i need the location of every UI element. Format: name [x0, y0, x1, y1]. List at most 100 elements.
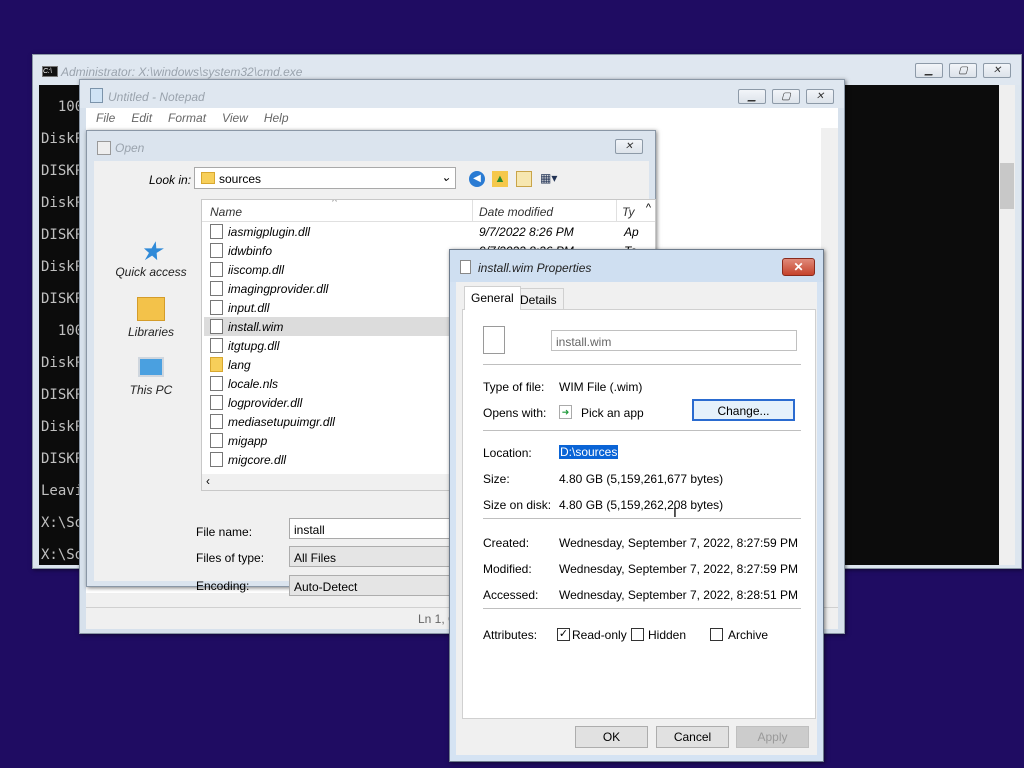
close-button[interactable]: ✕ — [782, 258, 815, 276]
open-icon — [97, 141, 111, 155]
file-name-field[interactable]: install.wim — [551, 330, 797, 351]
cmd-line: DiskP — [41, 131, 84, 147]
chevron-left-icon[interactable]: ‹ — [206, 474, 210, 488]
file-icon — [210, 376, 223, 391]
cmd-line: DISKP — [41, 387, 84, 403]
divider — [483, 608, 801, 609]
open-titlebar[interactable]: Open ✕ — [87, 131, 655, 161]
close-button[interactable]: ✕ — [615, 139, 643, 154]
scroll-thumb[interactable] — [1000, 163, 1014, 209]
maximize-button[interactable]: ▢ — [949, 63, 977, 78]
menu-file[interactable]: File — [96, 111, 115, 125]
place-this-pc[interactable]: This PC — [101, 357, 201, 397]
file-type-label: Files of type: — [196, 551, 265, 565]
cmd-line: DiskP — [41, 355, 84, 371]
look-in-value: sources — [219, 172, 262, 186]
minimize-button[interactable]: ▁ — [738, 89, 766, 104]
dll-file-icon — [210, 262, 223, 277]
menu-edit[interactable]: Edit — [131, 111, 152, 125]
view-menu-icon[interactable]: ▦▾ — [540, 171, 564, 187]
menu-view[interactable]: View — [222, 111, 248, 125]
cmd-line: X:\So — [41, 515, 84, 531]
menu-help[interactable]: Help — [264, 111, 289, 125]
column-type[interactable]: Ty — [622, 205, 634, 219]
new-folder-icon[interactable] — [516, 171, 532, 187]
size-on-disk-label: Size on disk: — [483, 498, 552, 512]
location-label: Location: — [483, 446, 532, 460]
cmd-line: DiskP — [41, 419, 84, 435]
notepad-titlebar[interactable]: Untitled - Notepad ▁ ▢ ✕ — [80, 80, 844, 108]
chevron-up-icon[interactable]: ^ — [646, 202, 651, 214]
cmd-line: DiskP — [41, 259, 84, 275]
column-divider — [616, 200, 617, 222]
minimize-button[interactable]: ▁ — [915, 63, 943, 78]
look-in-combo[interactable]: sources ⌄ — [194, 167, 456, 189]
star-icon: ★ — [139, 236, 163, 266]
apply-button[interactable]: Apply — [736, 726, 809, 748]
encoding-label: Encoding: — [196, 579, 250, 593]
cmd-line: DISKP — [41, 163, 84, 179]
created-value: Wednesday, September 7, 2022, 8:27:59 PM — [559, 536, 799, 550]
opens-with-label: Opens with: — [483, 406, 547, 420]
divider — [483, 430, 801, 431]
hidden-label: Hidden — [648, 628, 687, 642]
divider — [483, 518, 801, 519]
close-button[interactable]: ✕ — [806, 89, 834, 104]
type-value: WIM File (.wim) — [559, 380, 643, 394]
notepad-icon — [90, 88, 103, 103]
folder-icon — [210, 433, 223, 448]
cmd-title: Administrator: X:\windows\system32\cmd.e… — [61, 65, 303, 79]
back-icon[interactable]: ◀ — [469, 171, 485, 187]
folder-icon — [210, 357, 223, 372]
dll-file-icon — [210, 395, 223, 410]
change-button[interactable]: Change... — [692, 399, 795, 421]
place-libraries[interactable]: Libraries — [101, 297, 201, 339]
file-icon — [210, 319, 223, 334]
divider — [483, 364, 801, 365]
cmd-line: DISKP — [41, 227, 84, 243]
dll-file-icon — [210, 338, 223, 353]
libraries-icon — [137, 297, 165, 321]
cmd-icon: C:\ — [42, 66, 58, 77]
type-label: Type of file: — [483, 380, 545, 394]
folder-icon — [201, 172, 215, 184]
properties-titlebar[interactable]: install.wim Properties ✕ — [450, 250, 823, 282]
properties-dialog[interactable]: install.wim Properties ✕ General Details… — [449, 249, 824, 762]
archive-label: Archive — [728, 628, 769, 642]
notepad-title: Untitled - Notepad — [108, 90, 205, 104]
look-in-label: Look in: — [149, 173, 192, 187]
ok-button[interactable]: OK — [575, 726, 648, 748]
pick-app-icon: ➜ — [559, 405, 572, 419]
close-button[interactable]: ✕ — [983, 63, 1011, 78]
places-bar: ★ Quick access Libraries This PC — [101, 199, 191, 449]
file-list-header: Name ^ Date modified Ty — [202, 200, 655, 222]
size-on-disk-value: 4.80 GB (5,159,262,208 bytes) — [559, 498, 724, 512]
location-value[interactable]: D:\sources — [559, 445, 619, 459]
open-title: Open — [115, 141, 145, 155]
menu-format[interactable]: Format — [168, 111, 206, 125]
cmd-line: DISKP — [41, 451, 84, 467]
general-tab-panel: install.wim Type of file: WIM File (.wim… — [462, 309, 816, 719]
hidden-checkbox[interactable] — [631, 628, 644, 641]
place-quick-access[interactable]: ★ Quick access — [101, 237, 201, 279]
created-label: Created: — [483, 536, 530, 550]
readonly-checkbox[interactable]: ✓ — [557, 628, 570, 641]
cmd-line: DiskP — [41, 195, 84, 211]
column-date[interactable]: Date modified — [479, 205, 553, 219]
cmd-scrollbar[interactable] — [999, 85, 1015, 565]
archive-checkbox[interactable] — [710, 628, 723, 641]
tab-general[interactable]: General — [464, 286, 521, 310]
cmd-line: 100 — [41, 323, 84, 339]
cmd-line: DISKP — [41, 291, 84, 307]
readonly-label: Read-only — [572, 628, 627, 642]
computer-icon — [138, 357, 164, 377]
properties-title: install.wim Properties — [478, 261, 592, 275]
cancel-button[interactable]: Cancel — [656, 726, 729, 748]
place-label: This PC — [129, 383, 173, 397]
column-name[interactable]: Name — [210, 205, 242, 219]
maximize-button[interactable]: ▢ — [772, 89, 800, 104]
up-folder-icon[interactable]: ▲ — [492, 171, 508, 187]
sort-ascending-icon: ^ — [332, 199, 337, 208]
file-icon — [210, 243, 223, 258]
file-row[interactable]: iasmigplugin.dll 9/7/2022 8:26 PM Ap — [204, 222, 655, 241]
